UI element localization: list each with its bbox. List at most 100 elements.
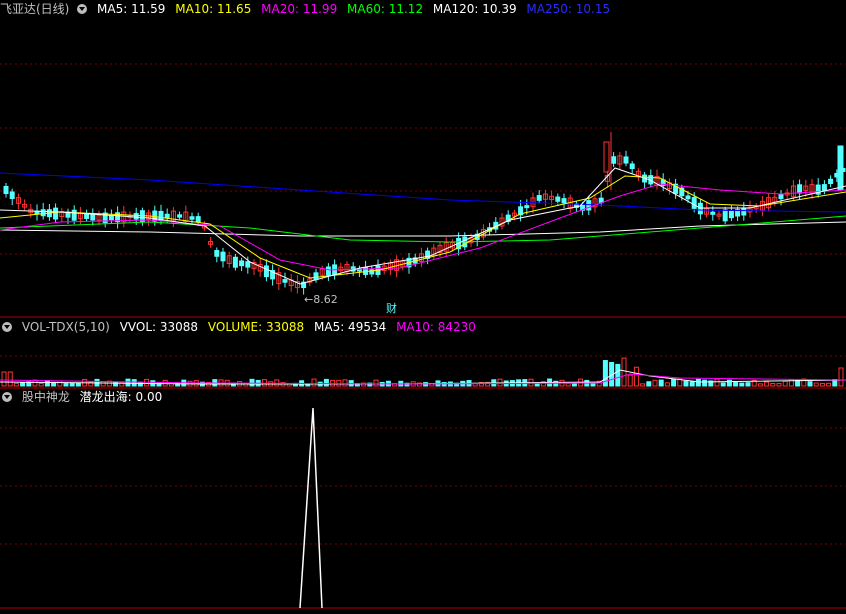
candle-body: [325, 266, 331, 276]
volume-bar: [770, 383, 776, 387]
vol-ma5-label: MA5: 49534: [314, 320, 387, 334]
volume-bar: [342, 379, 348, 387]
volume-bar: [100, 380, 106, 387]
indicator-pane[interactable]: 股中神龙 潜龙出海: 0.00: [0, 388, 846, 614]
candle-body: [598, 197, 604, 203]
volume-bar: [336, 379, 342, 387]
candle-body: [837, 145, 844, 191]
candle-body: [828, 178, 834, 185]
candle-body: [710, 211, 716, 215]
vvol-label: VVOL: 33088: [119, 320, 199, 334]
vol-ma10-label: MA10: 84230: [396, 320, 476, 334]
volume-bar: [726, 379, 732, 387]
volume-bar: [75, 382, 81, 387]
candle-body: [71, 209, 77, 221]
volume-bar: [689, 381, 695, 387]
volume-bar: [646, 381, 652, 387]
volume-bar: [658, 379, 664, 387]
volume-bar: [739, 382, 745, 387]
volume-bar: [590, 382, 596, 387]
volume-bar: [69, 383, 75, 387]
candle-body: [797, 184, 803, 194]
candle-body: [9, 191, 15, 200]
volume-bar: [720, 382, 726, 387]
ma120-line: [0, 221, 846, 237]
volume-bar: [571, 383, 577, 387]
volume-bar: [782, 380, 788, 387]
candle-body: [555, 196, 561, 202]
volume-bar: [565, 382, 571, 387]
volume-bar: [757, 383, 763, 387]
volume-bar: [838, 367, 844, 387]
volume-bar: [640, 383, 646, 387]
candle-body: [697, 202, 703, 215]
volume-bar: [373, 379, 379, 387]
volume-bar: [63, 383, 69, 387]
indicator-title: 股中神龙: [21, 390, 70, 404]
volume-bar: [57, 380, 63, 387]
volume-bar: [733, 381, 739, 387]
candle-body: [728, 210, 734, 219]
ma60-line: [0, 215, 846, 243]
volume-bar: [137, 381, 143, 387]
volume-bar: [627, 374, 633, 387]
volume-bar: [1, 371, 7, 387]
vol-title: VOL-TDX(5,10): [21, 320, 110, 334]
ma120-label: MA120: 10.39: [432, 2, 517, 16]
volume-bar: [38, 382, 44, 387]
volume-bar: [7, 371, 13, 387]
ma60-label: MA60: 11.12: [347, 2, 424, 16]
stock-title: 飞亚达(日线): [0, 2, 70, 16]
candle-body: [108, 214, 114, 221]
candle-body: [232, 256, 238, 268]
price-pane[interactable]: 飞亚达(日线) MA5: 11.59 MA10: 11.65 MA20: 11.…: [0, 0, 846, 318]
ma250-line: [0, 172, 846, 213]
candle-body: [195, 216, 201, 223]
candle-body: [263, 265, 269, 278]
dropdown-icon[interactable]: [2, 322, 12, 332]
volume-bar: [795, 379, 801, 387]
candle-body: [245, 261, 251, 268]
volume-bar: [826, 382, 832, 387]
signal-spike: [299, 407, 323, 609]
volume-bar: [621, 357, 627, 387]
volume-pane[interactable]: VOL-TDX(5,10) VVOL: 33088 VOLUME: 33088 …: [0, 318, 846, 390]
ma250-label: MA250: 10.15: [526, 2, 611, 16]
volume-bar: [652, 379, 658, 387]
ma10-label: MA10: 11.65: [175, 2, 252, 16]
low-arrow-icon: ←: [304, 293, 314, 306]
low-price-annotation: ←8.62: [304, 293, 338, 306]
candle-body: [524, 205, 530, 209]
candle-body: [239, 260, 245, 267]
candle-body: [220, 251, 226, 262]
candle-body: [685, 195, 691, 200]
volume-legend: VOL-TDX(5,10) VVOL: 33088 VOLUME: 33088 …: [0, 318, 482, 336]
volume-bar: [44, 380, 50, 387]
candle-body: [536, 195, 542, 201]
volume-bar: [249, 378, 255, 387]
dropdown-icon[interactable]: [77, 4, 88, 14]
volume-bar: [714, 378, 720, 387]
candle-body: [629, 163, 635, 170]
price-legend: 飞亚达(日线) MA5: 11.59 MA10: 11.65 MA20: 11.…: [0, 0, 616, 18]
volume-bar: [323, 378, 329, 387]
candle-body: [177, 214, 183, 218]
finance-marker[interactable]: 财: [386, 300, 397, 316]
candlestick-chart[interactable]: [0, 0, 846, 318]
volume-bar: [125, 378, 131, 387]
dropdown-icon[interactable]: [2, 392, 12, 402]
volume-bar: [311, 378, 317, 387]
candle-body: [821, 184, 827, 192]
candle-body: [603, 141, 610, 173]
ma5-label: MA5: 11.59: [97, 2, 166, 16]
candle-body: [611, 156, 617, 164]
candle-body: [84, 213, 90, 219]
volume-bar: [20, 382, 26, 387]
volume-bar: [695, 378, 701, 387]
candle-body: [40, 209, 46, 217]
indicator-chart[interactable]: [0, 388, 846, 614]
volume-bar: [113, 381, 119, 387]
candle-body: [561, 198, 567, 204]
candle-body: [313, 272, 319, 281]
candle-body: [691, 197, 697, 209]
